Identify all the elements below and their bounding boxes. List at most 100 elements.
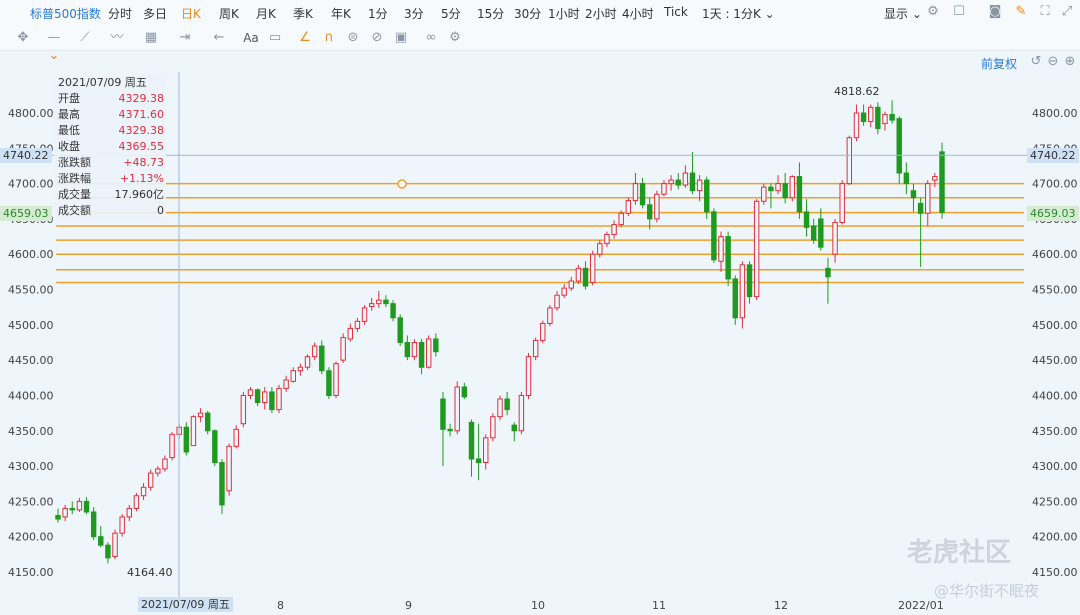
- range-icon[interactable]: ⇥: [176, 29, 194, 47]
- text-aa-icon[interactable]: Aa: [242, 29, 260, 47]
- candle-body: [162, 458, 168, 470]
- period-tab-2hour[interactable]: 2小时: [585, 5, 617, 22]
- pencil-line-icon[interactable]: ∠: [296, 29, 314, 47]
- candle-body: [383, 299, 389, 305]
- info-row-open: 开盘 4329.38: [58, 91, 166, 107]
- period-tab-1hour[interactable]: 1小时: [548, 5, 580, 22]
- measure-icon[interactable]: ▦: [142, 29, 160, 47]
- candle-body: [290, 370, 296, 382]
- period-tab-weekly[interactable]: 周K: [219, 5, 239, 22]
- candle-body: [554, 294, 560, 309]
- candle-body: [761, 186, 767, 202]
- candle-body: [910, 190, 917, 199]
- candle-body: [219, 462, 225, 506]
- period-tab-1min[interactable]: 1分: [368, 5, 388, 22]
- candle-body: [347, 327, 354, 340]
- y-tick-label-right: 4350.00: [1032, 425, 1078, 438]
- interval-select-label: 1天 : 1分K: [702, 7, 761, 21]
- watermark-author: @华尔街不眠夜: [934, 582, 1040, 600]
- period-tab-3min[interactable]: 3分: [404, 5, 424, 22]
- drawing-tools-icon[interactable]: ⟋: [76, 29, 94, 47]
- expand-icon[interactable]: ⤢: [1058, 3, 1076, 21]
- x-tick-label: 12: [774, 599, 788, 612]
- wave-icon[interactable]: 〰: [108, 29, 126, 47]
- crosshair-move-icon[interactable]: ✥: [14, 29, 32, 47]
- level-anchor-handle[interactable]: [397, 179, 407, 189]
- info-label: 涨跌幅: [58, 172, 91, 185]
- candle-body: [625, 200, 632, 214]
- candle-body: [319, 345, 325, 372]
- candle-body: [454, 386, 460, 432]
- info-value: +1.13%: [119, 172, 164, 185]
- period-tab-monthly[interactable]: 月K: [256, 5, 276, 22]
- y-tick-label-right: 4300.00: [1032, 460, 1078, 473]
- period-tab-daily[interactable]: 日K: [181, 5, 201, 22]
- candle-body: [83, 500, 90, 513]
- comment-icon[interactable]: ▭: [266, 29, 284, 47]
- symbol-title[interactable]: 标普500指数: [30, 5, 101, 22]
- info-value: 0: [157, 204, 164, 217]
- info-label: 成交量: [58, 188, 91, 201]
- candle-body: [511, 424, 517, 432]
- pencil-icon[interactable]: ✎: [1012, 3, 1030, 21]
- display-menu[interactable]: 显示 ⌄: [884, 5, 922, 22]
- candle-body: [133, 495, 140, 509]
- layout-square-icon[interactable]: ☐: [950, 3, 968, 21]
- toolbar-settings-icon[interactable]: ⚙: [446, 29, 464, 47]
- period-tab-5min[interactable]: 5分: [441, 5, 461, 22]
- candle-body: [746, 264, 753, 298]
- candle-body: [682, 172, 689, 186]
- y-axis-right: 4150.00 4200.00 4250.00 4300.00 4350.00 4400.…: [1032, 107, 1078, 579]
- info-row-close: 收盘 4369.55: [58, 139, 166, 155]
- y-tick-label-right: 4150.00: [1032, 566, 1078, 579]
- period-tab-multiday[interactable]: 多日: [143, 5, 167, 22]
- candle-body: [668, 179, 674, 185]
- candle-body: [326, 370, 332, 396]
- drawing-toolbar: ✥ — ⌄ ⟋ 〰 ▦ ⇥ ← Aa ▭ ∠ ∩ ⊜ ⊘ ▣ ∞ ⚙: [0, 26, 1080, 63]
- period-tab-30min[interactable]: 30分: [514, 5, 541, 22]
- candle-body: [390, 303, 396, 319]
- line-style-icon[interactable]: — ⌄: [40, 29, 68, 63]
- candle-body: [233, 428, 239, 447]
- candle-body: [55, 515, 61, 520]
- settings-gear-icon[interactable]: ⚙: [924, 3, 942, 21]
- x-tick-label: 11: [652, 599, 666, 612]
- period-tab-quarterly[interactable]: 季K: [293, 5, 313, 22]
- trash-icon[interactable]: ▣: [392, 29, 410, 47]
- candles: [55, 100, 945, 564]
- x-axis: 8 9 10 11 12 2022/01: [277, 599, 944, 612]
- period-tab-tick[interactable]: Tick: [664, 5, 688, 19]
- camera-icon[interactable]: ◙: [986, 3, 1004, 21]
- y-tick-label-left: 4200.00: [8, 531, 54, 544]
- period-tab-intraday[interactable]: 分时: [108, 5, 132, 22]
- candle-body: [240, 394, 247, 425]
- candle-body: [361, 307, 368, 322]
- fullscreen-icon[interactable]: ⛶: [1036, 3, 1054, 21]
- candle-body: [262, 391, 268, 404]
- period-tab-4hour[interactable]: 4小时: [622, 5, 654, 22]
- candle-body: [867, 106, 874, 122]
- period-tab-yearly[interactable]: 年K: [331, 5, 351, 22]
- hide-icon[interactable]: ⊘: [368, 29, 386, 47]
- low-annotation: 4164.40: [127, 566, 173, 579]
- candle-body: [490, 416, 496, 439]
- x-tick-label: 10: [531, 599, 545, 612]
- candle-body: [540, 322, 546, 341]
- info-row-volume: 成交量 17.960亿: [58, 187, 166, 203]
- candle-body: [561, 287, 567, 296]
- candle-body: [875, 106, 881, 130]
- candle-body: [739, 264, 746, 319]
- interval-select[interactable]: 1天 : 1分K ⌄: [702, 5, 775, 22]
- lock-icon[interactable]: ⊜: [344, 29, 362, 47]
- info-date: 2021/07/09 周五: [58, 76, 147, 89]
- candle-body: [925, 183, 931, 214]
- y-tick-label-left: 4600.00: [8, 248, 54, 261]
- candle-body: [604, 233, 610, 245]
- candle-body: [247, 389, 254, 396]
- candle-body: [105, 544, 111, 559]
- arrow-icon[interactable]: ←: [210, 29, 228, 47]
- candle-body: [525, 356, 532, 396]
- magnet-icon[interactable]: ∩: [320, 29, 338, 47]
- period-tab-15min[interactable]: 15分: [477, 5, 504, 22]
- link-icon[interactable]: ∞: [422, 29, 440, 47]
